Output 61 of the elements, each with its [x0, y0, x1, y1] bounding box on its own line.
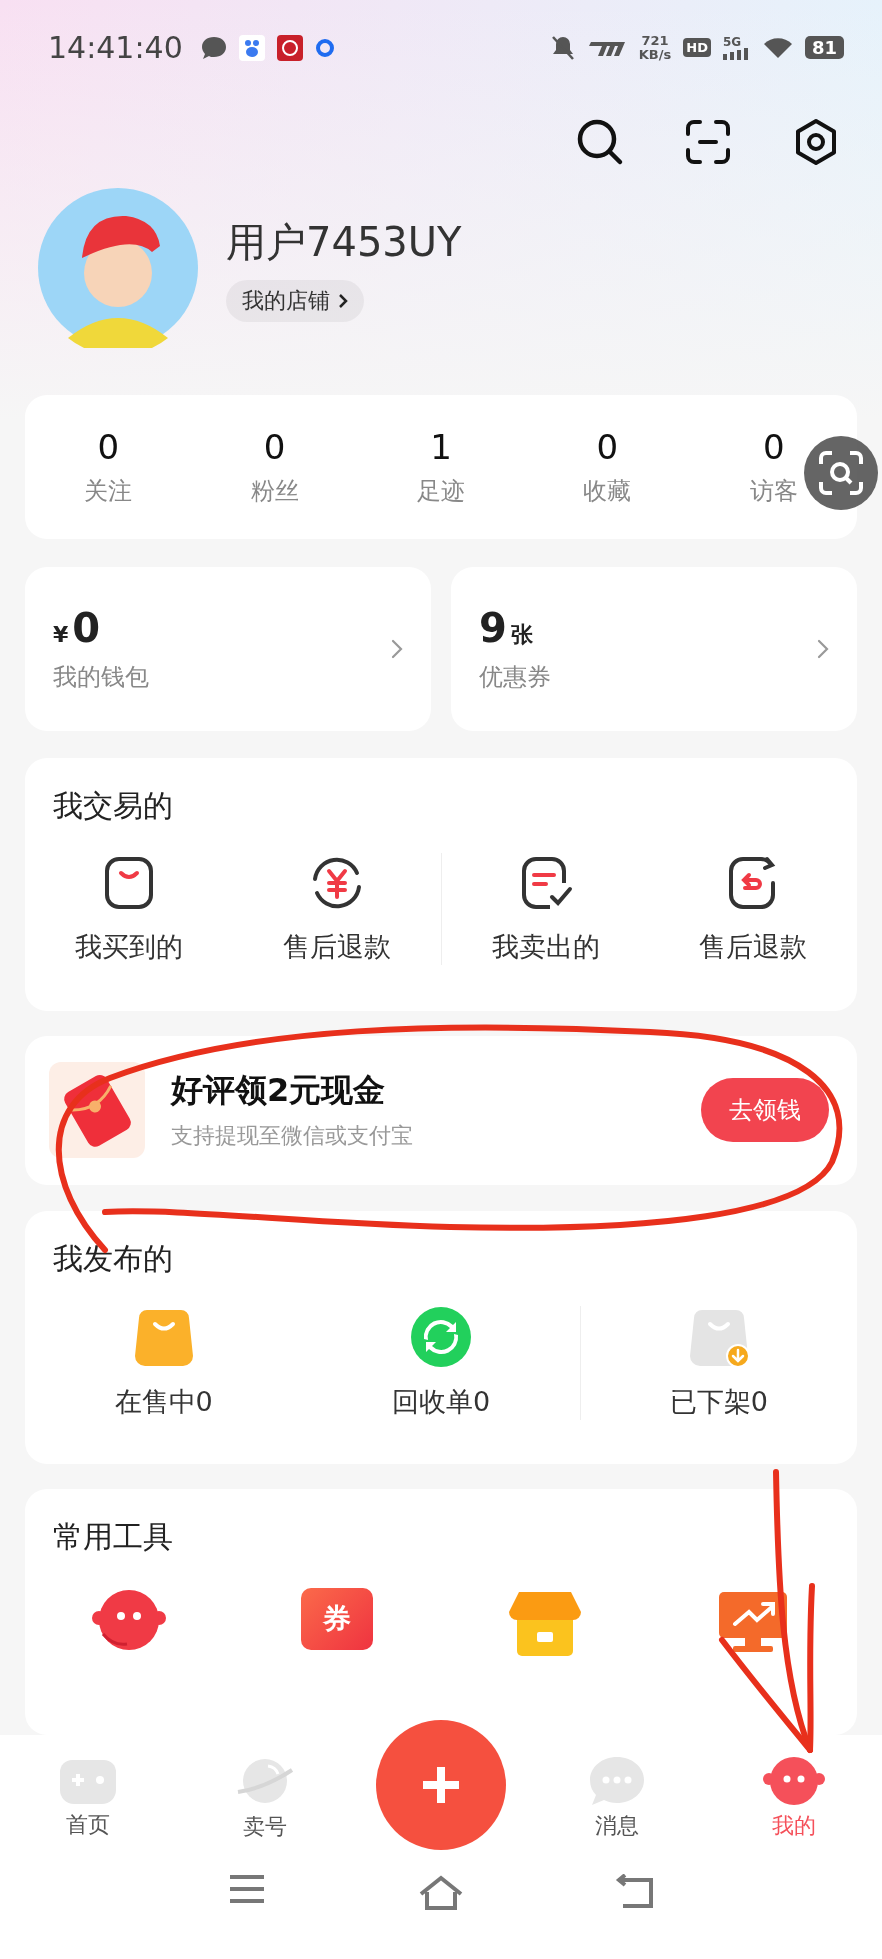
nav-tab[interactable]: 首页	[0, 1754, 177, 1841]
paw-icon	[238, 34, 265, 61]
stat-value[interactable]: 0	[263, 426, 286, 467]
menu-item-label[interactable]: 已下架0	[669, 1383, 768, 1420]
search-icon[interactable]	[576, 117, 624, 166]
stat-value[interactable]: 0	[97, 426, 119, 467]
face-icon	[761, 1754, 826, 1807]
menu-item-label[interactable]: 售后退款	[699, 928, 807, 965]
chevron-icon	[338, 292, 348, 309]
promo-subtitle: 支持提现至微信或支付宝	[171, 1122, 414, 1151]
signal-icon	[722, 47, 751, 60]
menu-item-label[interactable]: 我买到的	[75, 928, 183, 965]
coupon-icon: 券	[301, 1588, 373, 1651]
ring-icon	[314, 37, 335, 58]
chevron-icon	[817, 638, 829, 659]
shop-link[interactable]: 我的店铺	[226, 279, 364, 322]
menu-item-label[interactable]: 售后退款	[283, 928, 391, 965]
stat-label[interactable]: 粉丝	[250, 474, 299, 507]
stat-label[interactable]: 访客	[749, 474, 798, 507]
stat-label[interactable]: 足迹	[417, 474, 465, 507]
nav-tab[interactable]: 卖号	[176, 1752, 353, 1843]
wifi-icon	[762, 35, 793, 60]
stat-value[interactable]: 0	[762, 426, 785, 467]
nav-tab[interactable]: 消息	[529, 1753, 706, 1842]
section-title: 我交易的	[52, 786, 174, 825]
stat-label[interactable]: 关注	[84, 474, 133, 507]
scan-search-icon	[818, 450, 864, 496]
status-time: 14:41:40	[48, 30, 183, 65]
menu-icon[interactable]	[227, 1874, 267, 1904]
network-type: 5G	[722, 35, 743, 48]
promo-title: 好评领2元现金	[171, 1070, 387, 1112]
scan-icon[interactable]	[684, 117, 732, 166]
avatar[interactable]	[38, 188, 198, 348]
battery-level: 81	[804, 36, 844, 59]
username: 用户7453UY	[226, 217, 462, 267]
back-icon[interactable]	[615, 1874, 655, 1910]
bell-off-icon	[550, 34, 575, 61]
section-title: 常用工具	[52, 1518, 174, 1557]
menu-item-label[interactable]: 在售中0	[114, 1383, 213, 1420]
coupon-card[interactable]: 9 张 优惠券	[451, 566, 857, 731]
recycle-icon	[410, 1305, 472, 1368]
menu-item-label[interactable]: 我卖出的	[491, 928, 600, 965]
network-speed: 721 KB/s	[638, 33, 672, 62]
stat-value[interactable]: 1	[430, 426, 452, 467]
currency-symbol: ¥	[53, 621, 69, 647]
wallet-label: 我的钱包	[53, 661, 150, 693]
wallet-card[interactable]: ¥0 我的钱包	[25, 566, 431, 731]
coupon-label: 优惠券	[479, 661, 552, 693]
stat-label[interactable]: 收藏	[583, 474, 632, 507]
envelope-icon	[49, 1062, 145, 1159]
home-icon[interactable]	[417, 1874, 465, 1910]
coupon-unit: 张	[510, 620, 533, 649]
menu-item-label[interactable]: 回收单0	[391, 1383, 491, 1420]
coupon-count: 9	[479, 604, 507, 651]
hd-badge: HD	[683, 38, 711, 57]
claim-button[interactable]: 去领钱	[701, 1078, 829, 1143]
chat-bubble-icon	[200, 35, 227, 60]
wallet-amount: 0	[72, 604, 101, 651]
chevron-icon	[391, 638, 403, 659]
app-icon	[276, 34, 303, 61]
stat-value[interactable]: 0	[596, 426, 619, 467]
